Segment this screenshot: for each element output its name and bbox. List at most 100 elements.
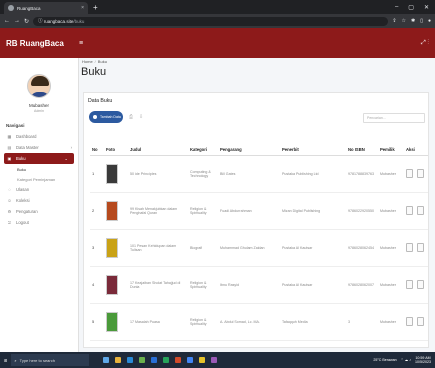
close-tab-icon[interactable]: × xyxy=(81,5,84,11)
table-row: 3 101 Pesan Kehidupan dalam Tulisan Biogra… xyxy=(90,229,428,267)
taskbar: ⊞ ⌕ Type here to search 25°C Berawan ⌃ ☁… xyxy=(0,352,435,368)
avatar xyxy=(27,74,51,98)
delete-icon[interactable] xyxy=(417,206,424,215)
collection-icon: ☺ xyxy=(7,198,12,203)
extensions-icon[interactable]: ✱ xyxy=(411,18,415,24)
sidebar-item-ulasan[interactable]: ◌ Ulasan xyxy=(0,184,78,195)
task-view-icon[interactable] xyxy=(103,357,110,363)
database-icon: ▤ xyxy=(7,145,12,150)
sidebar-item-label: Logout xyxy=(16,220,29,225)
breadcrumb: Home / Buku xyxy=(82,59,107,64)
chevron-right-icon: › xyxy=(70,145,72,150)
powerpoint-icon[interactable] xyxy=(175,357,182,363)
book-isbn: 9786028062007 xyxy=(346,266,378,304)
delete-icon[interactable] xyxy=(417,280,424,289)
edit-icon[interactable] xyxy=(406,206,413,215)
cover-cell xyxy=(104,266,128,304)
browser-tabbar: RuangBaca × + – ▢ ✕ xyxy=(0,0,435,14)
column-header[interactable]: Pemilik xyxy=(378,145,404,156)
close-window-button[interactable]: ✕ xyxy=(424,4,429,11)
brand-logo[interactable]: RB RuangBaca xyxy=(6,39,79,48)
book-isbn: 3 xyxy=(346,303,378,341)
edit-icon[interactable] xyxy=(406,280,413,289)
edit-icon[interactable] xyxy=(406,169,413,178)
sidebar-item-dashboard[interactable]: ▦ Dashboard xyxy=(0,131,78,142)
table-row: 2 99 Kisah Menakjubkan dalam Penghafal Qu… xyxy=(90,192,428,230)
review-icon: ◌ xyxy=(8,187,11,192)
column-header[interactable]: No xyxy=(90,145,104,156)
search-input[interactable]: Pencarian... xyxy=(363,113,425,123)
sidebar-item-data-master[interactable]: ▤ Data Master › xyxy=(0,142,78,153)
sidebar-icon[interactable]: ▯ xyxy=(420,18,423,24)
delete-icon[interactable] xyxy=(417,317,424,326)
taskbar-search[interactable]: ⌕ Type here to search xyxy=(11,354,90,366)
sidebar-item-buku[interactable]: ▣ Buku ⌄ xyxy=(4,153,74,164)
submenu-item-kategori[interactable]: Kategori Peminjaman xyxy=(0,174,78,184)
book-cover-image xyxy=(106,200,118,221)
delete-icon[interactable] xyxy=(417,169,424,178)
breadcrumb-current: Buku xyxy=(97,59,107,64)
column-header[interactable]: Aksi xyxy=(404,145,428,156)
weather-text[interactable]: 25°C Berawan xyxy=(373,358,396,362)
print-icon[interactable]: ⎙ xyxy=(129,114,133,120)
sidebar-item-pengaturan[interactable]: ⚙ Pengaturan xyxy=(0,206,78,217)
row-number: 1 xyxy=(90,155,104,193)
star-icon[interactable]: ☆ xyxy=(402,18,406,24)
breadcrumb-separator: / xyxy=(94,59,96,64)
browser-tab[interactable]: RuangBaca × xyxy=(4,2,88,14)
column-header[interactable]: No ISBN xyxy=(346,145,378,156)
row-actions xyxy=(406,317,426,326)
book-category: Religion & Spirituality xyxy=(188,303,218,341)
app-icon[interactable] xyxy=(199,357,206,363)
app-icon[interactable] xyxy=(139,357,146,363)
column-header[interactable]: Penerbit xyxy=(280,145,346,156)
submenu-item-buku[interactable]: Buku xyxy=(0,164,78,174)
edit-icon[interactable] xyxy=(406,243,413,252)
share-icon[interactable]: ⇪ xyxy=(392,18,396,24)
sidebar-item-logout[interactable]: ⎋ Logout xyxy=(0,217,78,228)
excel-icon[interactable] xyxy=(163,357,170,363)
book-owner: Mubasher xyxy=(378,229,404,267)
new-tab-button[interactable]: + xyxy=(93,3,98,12)
column-header[interactable]: Kategori xyxy=(188,145,218,156)
maximize-button[interactable]: ▢ xyxy=(408,4,414,11)
windows-start-icon[interactable]: ⊞ xyxy=(4,358,7,363)
breadcrumb-home[interactable]: Home xyxy=(82,59,93,64)
book-isbn: 9781788839763 xyxy=(346,155,378,193)
navbar-actions[interactable]: ⤢ ⋮ xyxy=(421,40,429,47)
cover-cell xyxy=(104,303,128,341)
search-icon: ⌕ xyxy=(14,357,17,363)
actions-cell xyxy=(404,192,428,230)
minimize-button[interactable]: – xyxy=(395,4,398,11)
column-header[interactable]: Judul xyxy=(128,145,188,156)
clock[interactable]: 10:59 AM 10/5/2023 xyxy=(415,356,431,364)
table-row: 4 17 Keajaiban Sholat Tahajjud di Dunia Re… xyxy=(90,266,428,304)
cover-cell xyxy=(104,192,128,230)
book-author: Bill Gates xyxy=(218,155,280,193)
app-icon[interactable] xyxy=(211,357,218,363)
forward-icon[interactable]: → xyxy=(14,18,20,24)
edge-icon[interactable] xyxy=(127,357,134,363)
hamburger-icon[interactable]: ≡ xyxy=(79,40,83,47)
file-explorer-icon[interactable] xyxy=(115,357,122,363)
book-cover-image xyxy=(106,163,118,184)
back-icon[interactable]: ← xyxy=(4,18,10,24)
edit-icon[interactable] xyxy=(406,317,413,326)
book-title: 17 Masalah Puasa xyxy=(128,303,188,341)
column-header[interactable]: Pengarang xyxy=(218,145,280,156)
delete-icon[interactable] xyxy=(417,243,424,252)
column-header[interactable]: Foto xyxy=(104,145,128,156)
url-path: /buku xyxy=(73,18,85,24)
tray-icons[interactable]: ⌃ ☁ ♪ xyxy=(401,358,411,362)
reload-icon[interactable]: ↻ xyxy=(24,18,29,25)
profile-icon[interactable]: ● xyxy=(428,18,431,24)
sidebar-item-label: Buku xyxy=(16,156,26,161)
address-bar[interactable]: ⓘ ruangbaca.site/buku xyxy=(33,16,389,26)
data-card: Data Buku Tambah Data ⎙ ⇩ Pencarian... N… xyxy=(83,92,429,348)
chrome-icon[interactable] xyxy=(187,357,194,363)
book-category: Biografi xyxy=(188,229,218,267)
word-icon[interactable] xyxy=(151,357,158,363)
add-book-button[interactable]: Tambah Data xyxy=(89,111,123,123)
sidebar-item-koleksi[interactable]: ☺ Koleksi xyxy=(0,195,78,206)
export-icon[interactable]: ⇩ xyxy=(139,114,143,120)
